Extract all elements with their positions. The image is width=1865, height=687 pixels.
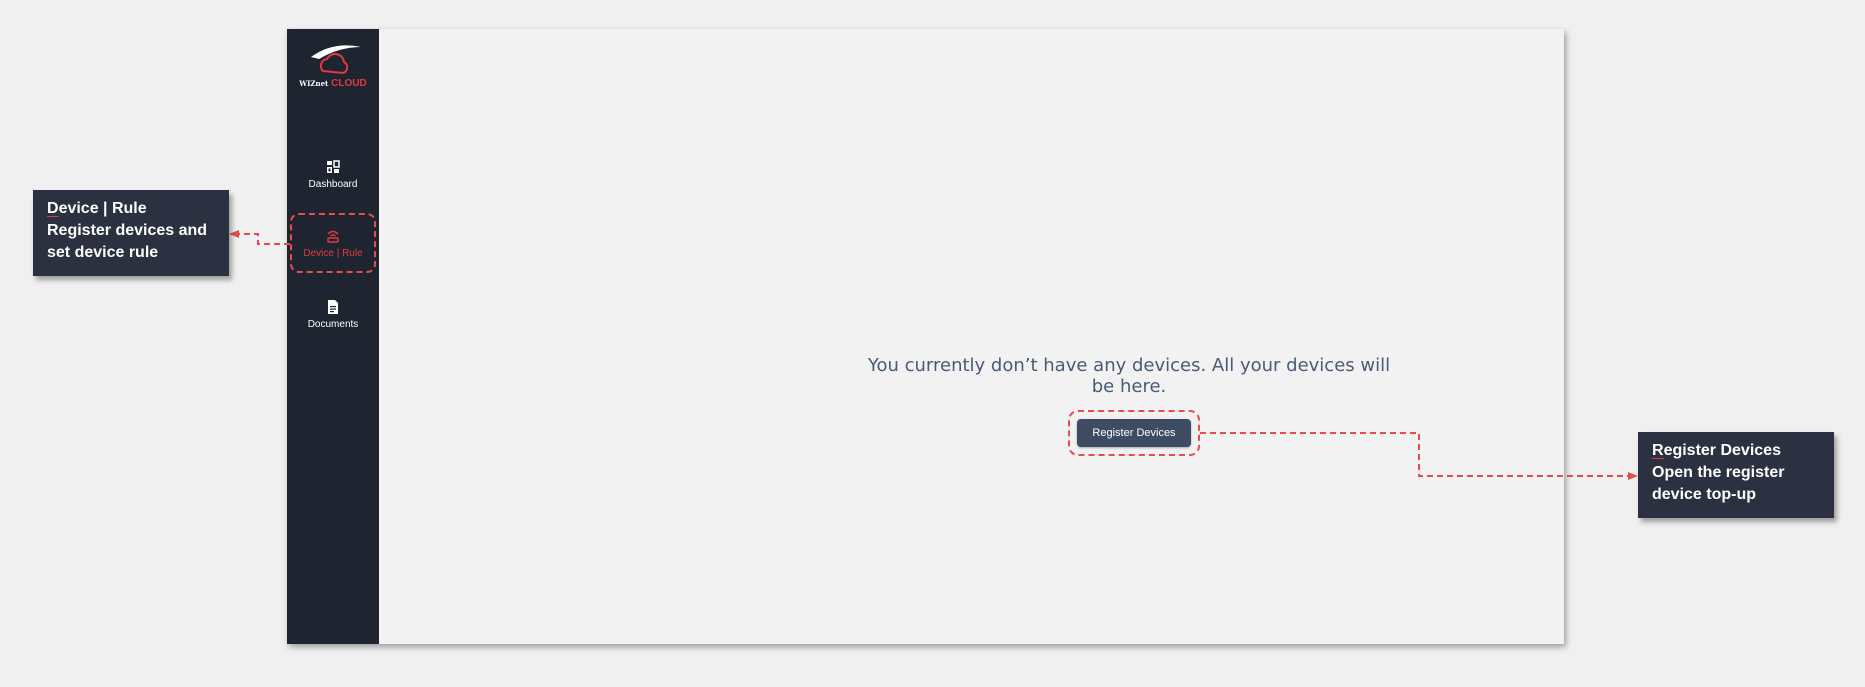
callout-description: Open the register device top-up	[1652, 464, 1785, 503]
callout-title-initial: R	[1652, 442, 1664, 459]
callout-register-devices: Register Devices Open the register devic…	[1638, 432, 1834, 518]
callout-title: Device | Rule	[47, 198, 215, 220]
callout-title: Register Devices	[1652, 440, 1820, 462]
callout-title-initial: D	[47, 200, 59, 217]
callout-device-rule: Device | Rule Register devices and set d…	[33, 190, 229, 276]
callout-connectors	[229, 230, 1638, 480]
callout-description: Register devices and set device rule	[47, 222, 208, 261]
callout-title-rest: evice | Rule	[58, 200, 147, 217]
callout-title-rest: egister Devices	[1663, 442, 1781, 459]
